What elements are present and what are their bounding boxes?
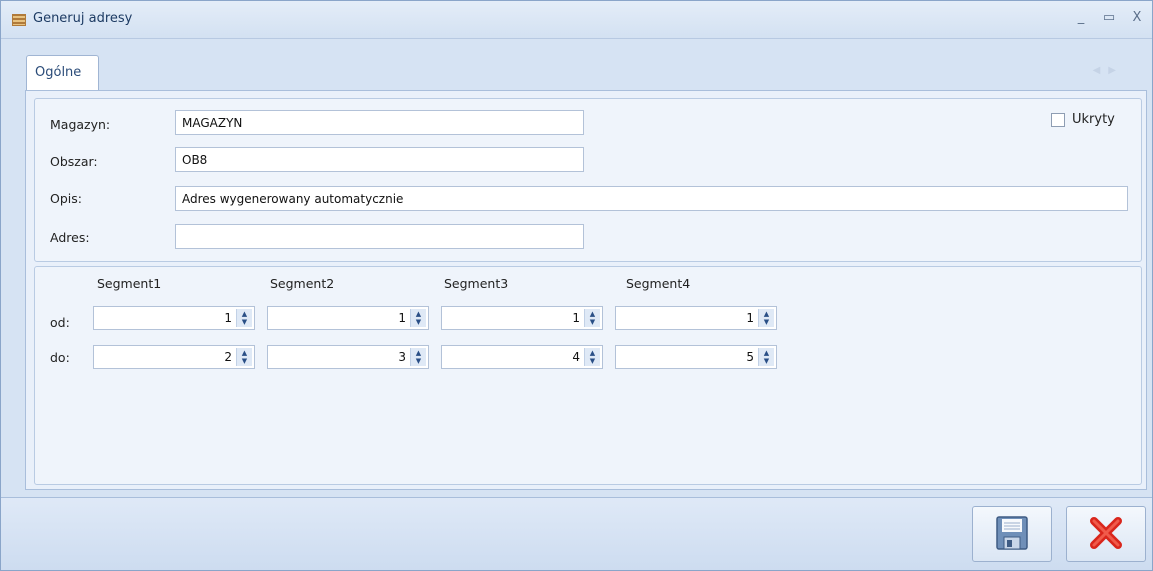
obszar-label: Obszar: (50, 154, 98, 169)
floppy-disk-icon (996, 515, 1028, 550)
close-button[interactable]: X (1128, 9, 1146, 27)
adres-field[interactable] (175, 224, 584, 249)
spinner-value: 2 (224, 350, 232, 364)
spinner-value: 1 (398, 311, 406, 325)
tab-content-panel: Magazyn: Obszar: Opis: Adres: Ukryty Seg… (25, 90, 1147, 490)
spinner-arrows-icon[interactable]: ▲ ▼ (410, 309, 426, 327)
segment1-do-spinner[interactable]: 2 ▲ ▼ (93, 345, 255, 369)
spinner-arrows-icon[interactable]: ▲ ▼ (758, 348, 774, 366)
magazyn-label: Magazyn: (50, 117, 111, 132)
window-title: Generuj adresy (33, 11, 133, 26)
segment3-od-spinner[interactable]: 1 ▲ ▼ (441, 306, 603, 330)
segment1-od-spinner[interactable]: 1 ▲ ▼ (93, 306, 255, 330)
segment4-do-spinner[interactable]: 5 ▲ ▼ (615, 345, 777, 369)
spinner-arrows-icon[interactable]: ▲ ▼ (584, 348, 600, 366)
od-label: od: (50, 315, 70, 330)
address-details-group: Magazyn: Obszar: Opis: Adres: Ukryty (34, 98, 1142, 262)
segment2-header: Segment2 (270, 276, 335, 291)
footer-bar (1, 497, 1152, 570)
maximize-button[interactable]: ▭ (1100, 9, 1118, 27)
do-label: do: (50, 350, 70, 365)
segment1-header: Segment1 (97, 276, 162, 291)
spinner-arrows-icon[interactable]: ▲ ▼ (410, 348, 426, 366)
obszar-field[interactable] (175, 147, 584, 172)
ukryty-checkbox[interactable] (1051, 113, 1065, 127)
spinner-value: 4 (572, 350, 580, 364)
opis-field[interactable] (175, 186, 1128, 211)
spinner-arrows-icon[interactable]: ▲ ▼ (758, 309, 774, 327)
tab-general[interactable]: Ogólne (26, 55, 99, 91)
opis-label: Opis: (50, 191, 82, 206)
magazyn-field[interactable] (175, 110, 584, 135)
tab-scroll-arrows[interactable]: ◀▶ (1093, 65, 1124, 76)
segment4-header: Segment4 (626, 276, 691, 291)
spinner-arrows-icon[interactable]: ▲ ▼ (236, 348, 252, 366)
spinner-value: 3 (398, 350, 406, 364)
cancel-button[interactable] (1066, 506, 1146, 562)
spinner-value: 1 (746, 311, 754, 325)
red-x-icon (1090, 516, 1122, 549)
spinner-value: 5 (746, 350, 754, 364)
segments-group: Segment1 Segment2 Segment3 Segment4 od: … (34, 266, 1142, 485)
segment3-do-spinner[interactable]: 4 ▲ ▼ (441, 345, 603, 369)
segment4-od-spinner[interactable]: 1 ▲ ▼ (615, 306, 777, 330)
spinner-value: 1 (572, 311, 580, 325)
minimize-button[interactable]: _ (1072, 9, 1090, 27)
generate-addresses-window: Generuj adresy _ ▭ X Ogólne ◀▶ Magazyn: … (0, 0, 1153, 571)
spinner-value: 1 (224, 311, 232, 325)
warehouse-icon (12, 14, 26, 26)
segment2-od-spinner[interactable]: 1 ▲ ▼ (267, 306, 429, 330)
segment3-header: Segment3 (444, 276, 509, 291)
segment2-do-spinner[interactable]: 3 ▲ ▼ (267, 345, 429, 369)
spinner-arrows-icon[interactable]: ▲ ▼ (236, 309, 252, 327)
save-button[interactable] (972, 506, 1052, 562)
adres-label: Adres: (50, 230, 90, 245)
title-bar[interactable]: Generuj adresy _ ▭ X (1, 1, 1152, 39)
spinner-arrows-icon[interactable]: ▲ ▼ (584, 309, 600, 327)
ukryty-label[interactable]: Ukryty (1072, 112, 1115, 127)
